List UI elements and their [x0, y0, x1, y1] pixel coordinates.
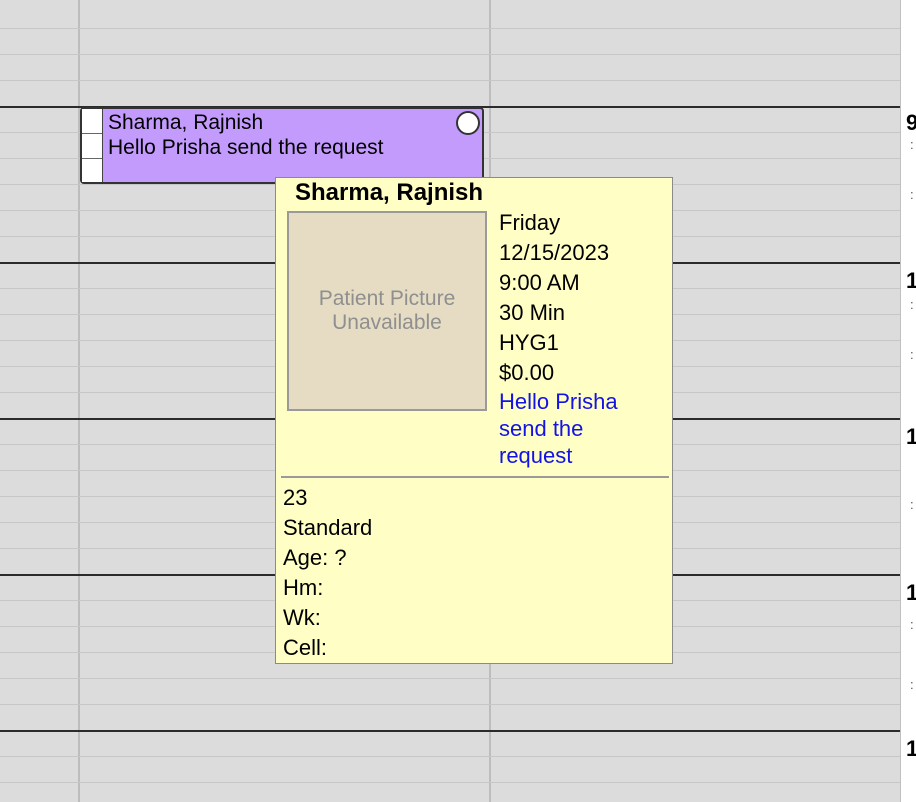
- hour-label: 9: [906, 110, 916, 135]
- strip-segment: [82, 109, 102, 134]
- work-phone: Wk:: [283, 605, 321, 630]
- appointment-note: Hello Prisha send the request: [108, 136, 384, 159]
- appointment-day: Friday: [499, 210, 561, 235]
- appointment-patient-name: Sharma, Rajnish: [108, 111, 264, 134]
- strip-segment: [82, 134, 102, 159]
- tooltip-divider: [281, 476, 669, 478]
- slot-line: [0, 80, 900, 81]
- appointment-details: Friday 12/15/2023 9:00 AM 30 Min HYG1 $0…: [499, 208, 618, 469]
- cell-phone: Cell:: [283, 635, 328, 660]
- appointment-hover-tooltip: Sharma, Rajnish Patient Picture Unavaila…: [275, 177, 673, 664]
- slot-line: [0, 678, 900, 679]
- picture-unavailable-line1: Patient Picture: [318, 287, 456, 310]
- appointment-operatory: HYG1: [499, 330, 559, 355]
- slot-line: [0, 28, 900, 29]
- strip-segment: [82, 159, 102, 183]
- tooltip-patient-name: Sharma, Rajnish: [295, 179, 484, 206]
- minute-tick: :: [910, 617, 914, 632]
- appointment-note-line2: send the: [499, 416, 584, 441]
- minute-tick: :: [910, 677, 914, 692]
- fee-schedule: Standard: [283, 515, 373, 540]
- patient-number: 23: [283, 485, 308, 510]
- patient-age: Age: ?: [283, 545, 347, 570]
- picture-unavailable-line2: Unavailable: [332, 311, 442, 334]
- appointment-date: 12/15/2023: [499, 240, 610, 265]
- appointment-block[interactable]: Sharma, Rajnish Hello Prisha send the re…: [80, 107, 484, 184]
- appointment-time-strip: [82, 109, 103, 182]
- minute-tick: :: [910, 187, 914, 202]
- appointment-note-line1: Hello Prisha: [499, 389, 618, 414]
- slot-line: [0, 782, 900, 783]
- time-column: 9 1 1 1 1 : : : : : : :: [900, 0, 916, 802]
- minute-tick: :: [910, 497, 914, 512]
- minute-tick: :: [910, 137, 914, 152]
- hour-label: 1: [906, 736, 916, 761]
- patient-picture-placeholder: Patient Picture Unavailable: [287, 211, 487, 411]
- minute-tick: :: [910, 347, 914, 362]
- slot-line: [0, 704, 900, 705]
- hour-label: 1: [906, 268, 916, 293]
- hour-label: 1: [906, 424, 916, 449]
- confirmation-status-icon: [456, 111, 480, 135]
- appointment-length: 30 Min: [499, 300, 566, 325]
- appointment-time: 9:00 AM: [499, 270, 580, 295]
- slot-line: [0, 54, 900, 55]
- slot-line: [0, 756, 900, 757]
- appointment-note-line3: request: [499, 443, 573, 468]
- patient-info: 23 Standard Age: ? Hm: Wk: Cell:: [283, 483, 372, 663]
- hour-line: [0, 730, 900, 732]
- appointment-fee: $0.00: [499, 360, 555, 385]
- home-phone: Hm:: [283, 575, 324, 600]
- minute-tick: :: [910, 297, 914, 312]
- hour-label: 1: [906, 580, 916, 605]
